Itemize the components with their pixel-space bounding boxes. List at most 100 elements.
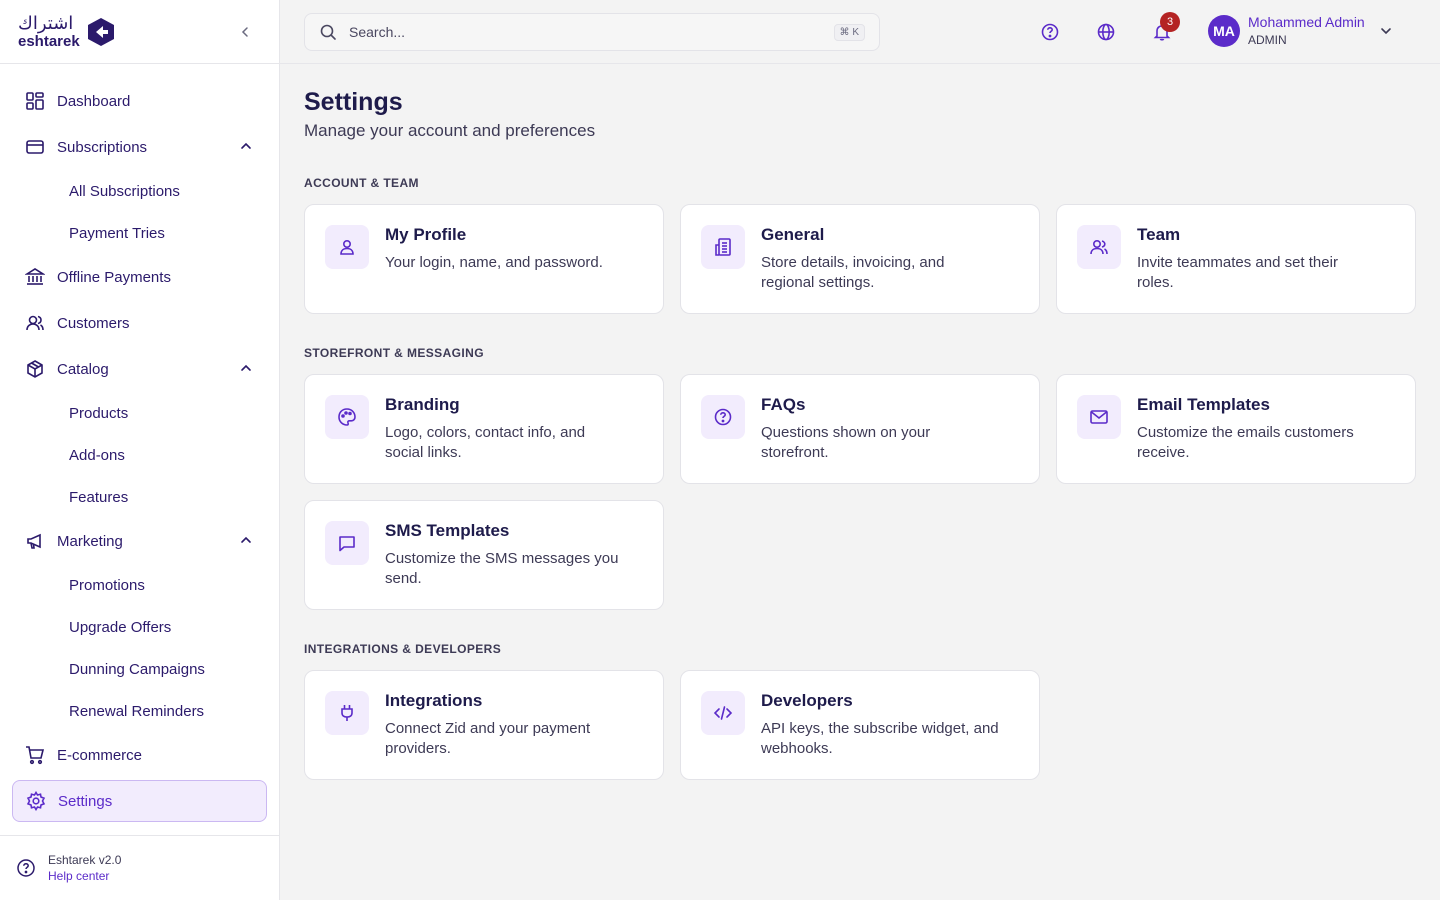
card-description: Store details, invoicing, and regional s… xyxy=(761,254,945,291)
sidebar-item-settings[interactable]: Settings xyxy=(12,780,267,822)
bank-icon xyxy=(25,267,45,287)
users-icon xyxy=(25,313,45,333)
logo[interactable]: اشتراك eshtarek xyxy=(18,14,116,50)
credit-card-icon xyxy=(25,137,45,157)
card-description: Logo, colors, contact info, and social l… xyxy=(385,424,586,461)
chevron-up-icon xyxy=(241,364,251,371)
gear-icon xyxy=(26,791,46,811)
sidebar-subitem-features[interactable]: Features xyxy=(0,476,279,518)
topbar: ⌘ K 3 MA Mohammed Admin ADMIN xyxy=(280,0,1440,64)
brand-name: eshtarek xyxy=(18,32,80,50)
code-icon xyxy=(701,691,745,735)
mail-icon xyxy=(1077,395,1121,439)
settings-card-sms-templates[interactable]: SMS Templates Customize the SMS messages… xyxy=(304,500,664,610)
sidebar-item-label: Marketing xyxy=(57,532,123,550)
help-center-link[interactable]: Help center xyxy=(48,869,121,883)
card-description: Connect Zid and your payment providers. xyxy=(385,720,591,757)
sidebar-nav: Dashboard Subscriptions All Subscription… xyxy=(0,64,279,822)
sidebar-item-customers[interactable]: Customers xyxy=(0,300,279,346)
settings-card-general[interactable]: General Store details, invoicing, and re… xyxy=(680,204,1040,314)
sidebar-subitem-promotions[interactable]: Promotions xyxy=(0,564,279,606)
building-icon xyxy=(701,225,745,269)
palette-icon xyxy=(325,395,369,439)
card-title: FAQs xyxy=(761,395,806,414)
card-description: Invite teammates and set their roles. xyxy=(1137,254,1338,291)
card-title: Team xyxy=(1137,225,1181,244)
settings-card-my-profile[interactable]: My Profile Your login, name, and passwor… xyxy=(304,204,664,314)
card-title: Developers xyxy=(761,691,853,710)
section-label-storefront-messaging: STOREFRONT & MESSAGING xyxy=(304,346,484,360)
card-title: Integrations xyxy=(385,691,483,710)
settings-card-developers[interactable]: Developers API keys, the subscribe widge… xyxy=(680,670,1040,780)
settings-card-email-templates[interactable]: Email Templates Customize the emails cus… xyxy=(1056,374,1416,484)
dashboard-icon xyxy=(25,91,45,111)
search-bar[interactable]: ⌘ K xyxy=(304,13,880,51)
notification-count-badge: 3 xyxy=(1160,12,1180,32)
user-name: Mohammed Admin xyxy=(1248,14,1365,30)
search-icon xyxy=(320,24,336,40)
user-icon xyxy=(325,225,369,269)
settings-card-faqs[interactable]: FAQs Questions shown on your storefront. xyxy=(680,374,1040,484)
app-version: Eshtarek v2.0 xyxy=(48,853,122,867)
globe-icon xyxy=(1097,23,1115,41)
sidebar-item-label: Subscriptions xyxy=(57,138,148,156)
sidebar-item-offline-payments[interactable]: Offline Payments xyxy=(0,254,279,300)
sidebar-subitem-dunning-campaigns[interactable]: Dunning Campaigns xyxy=(0,648,279,690)
chevron-left-icon xyxy=(241,27,248,37)
page-title: Settings xyxy=(304,88,403,116)
sidebar-item-label: Offline Payments xyxy=(57,268,171,286)
help-circle-icon xyxy=(1041,23,1059,41)
sidebar-subitem-products[interactable]: Products xyxy=(0,392,279,434)
sidebar-subitem-renewal-reminders[interactable]: Renewal Reminders xyxy=(0,690,279,732)
sidebar-item-label: Settings xyxy=(58,792,113,810)
megaphone-icon xyxy=(25,531,45,551)
settings-card-team[interactable]: Team Invite teammates and set their role… xyxy=(1056,204,1416,314)
user-menu[interactable]: MA Mohammed Admin ADMIN xyxy=(1208,14,1393,47)
help-circle-icon xyxy=(17,859,35,877)
users-icon xyxy=(1077,225,1121,269)
sidebar: اشتراك eshtarek Dashboard Subscriptions xyxy=(0,0,280,900)
message-square-icon xyxy=(325,521,369,565)
card-description: Customize the SMS messages you send. xyxy=(385,550,619,587)
card-description: Your login, name, and password. xyxy=(385,254,603,271)
plug-icon xyxy=(325,691,369,735)
settings-card-branding[interactable]: Branding Logo, colors, contact info, and… xyxy=(304,374,664,484)
chevron-up-icon xyxy=(241,536,251,543)
brand-header: اشتراك eshtarek xyxy=(0,0,279,64)
section-label-integrations-developers: INTEGRATIONS & DEVELOPERS xyxy=(304,642,502,656)
sidebar-item-marketing[interactable]: Marketing xyxy=(0,518,279,564)
section-label-account-team: ACCOUNT & TEAM xyxy=(304,176,419,190)
sidebar-subitem-payment-tries[interactable]: Payment Tries xyxy=(0,212,279,254)
card-description: Customize the emails customers receive. xyxy=(1137,424,1354,461)
sidebar-footer: Eshtarek v2.0 Help center xyxy=(0,835,279,900)
settings-card-integrations[interactable]: Integrations Connect Zid and your paymen… xyxy=(304,670,664,780)
user-role: ADMIN xyxy=(1248,32,1287,47)
shopping-cart-icon xyxy=(25,745,45,765)
sidebar-item-label: Dashboard xyxy=(57,92,131,110)
chevron-up-icon xyxy=(241,142,251,149)
sidebar-item-e-commerce[interactable]: E-commerce xyxy=(0,732,279,778)
keyboard-shortcut: ⌘ K xyxy=(833,23,865,41)
page-subtitle: Manage your account and preferences xyxy=(304,121,596,140)
sidebar-subitem-upgrade-offers[interactable]: Upgrade Offers xyxy=(0,606,279,648)
brand-mark-icon xyxy=(87,17,114,46)
card-title: My Profile xyxy=(385,225,467,244)
sidebar-item-label: Customers xyxy=(57,314,130,332)
sidebar-subitem-add-ons[interactable]: Add-ons xyxy=(0,434,279,476)
card-title: General xyxy=(761,225,825,244)
help-button[interactable] xyxy=(1039,21,1061,43)
collapse-sidebar-button[interactable] xyxy=(235,22,255,42)
language-button[interactable] xyxy=(1095,21,1117,43)
card-title: Email Templates xyxy=(1137,395,1270,414)
sidebar-item-subscriptions[interactable]: Subscriptions xyxy=(0,124,279,170)
search-input[interactable] xyxy=(349,24,834,40)
sidebar-subitem-all-subscriptions[interactable]: All Subscriptions xyxy=(0,170,279,212)
help-circle-icon xyxy=(701,395,745,439)
sidebar-item-dashboard[interactable]: Dashboard xyxy=(0,78,279,124)
sidebar-item-label: E-commerce xyxy=(57,746,143,764)
sidebar-item-catalog[interactable]: Catalog xyxy=(0,346,279,392)
chevron-down-icon xyxy=(1380,27,1391,34)
card-description: Questions shown on your storefront. xyxy=(761,424,931,461)
card-description: API keys, the subscribe widget, and webh… xyxy=(761,720,999,757)
card-title: Branding xyxy=(385,395,460,414)
